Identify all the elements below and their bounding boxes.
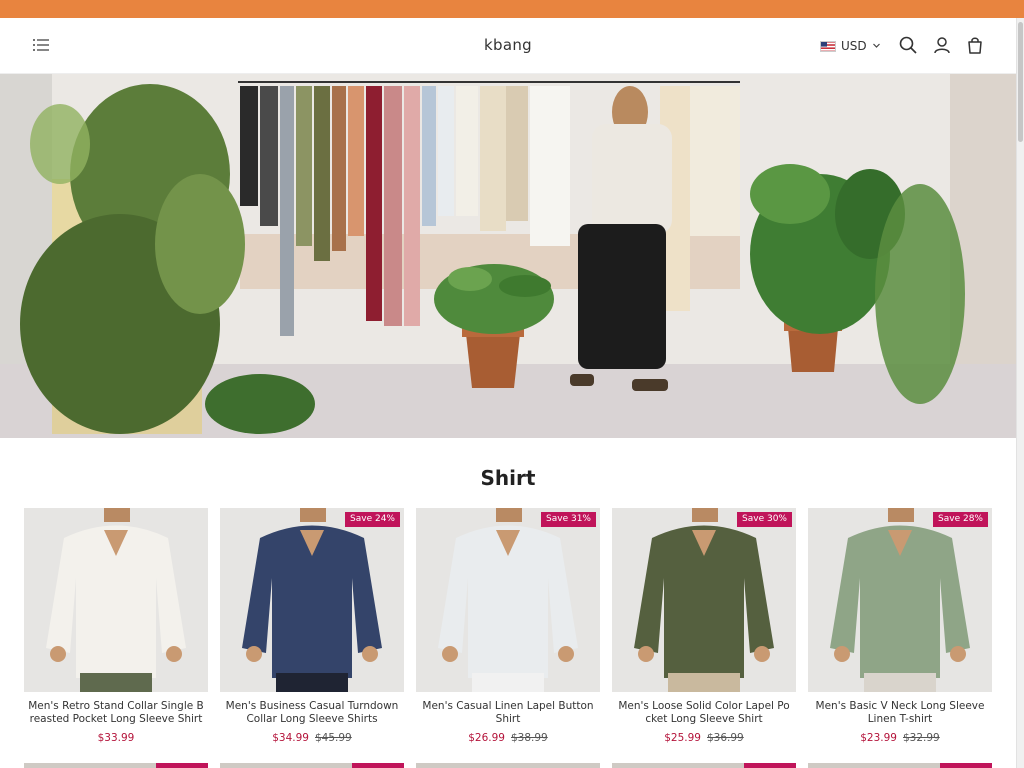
sale-badge: Save 30% (737, 512, 792, 527)
product-name[interactable]: Men's Business Casual Turndown Collar Lo… (220, 700, 404, 727)
compare-at-price: $36.99 (707, 732, 744, 744)
sale-price: $26.99 (468, 732, 505, 744)
page-scrollbar[interactable] (1016, 18, 1024, 768)
account-icon[interactable] (932, 35, 952, 55)
product-card[interactable]: Save 30% Men's Loose Solid Color Lapel Po… (612, 508, 796, 744)
sale-price: $34.99 (272, 732, 309, 744)
sale-badge: Save 31% (541, 512, 596, 527)
cart-icon[interactable] (965, 35, 985, 55)
product-card-partial[interactable] (220, 763, 404, 768)
hero-banner-image[interactable] (0, 74, 1016, 438)
product-card-partial[interactable] (24, 763, 208, 768)
product-image[interactable]: Save 31% (416, 508, 600, 692)
product-name[interactable]: Men's Basic V Neck Long Sleeve Linen T-s… (808, 700, 992, 727)
search-icon[interactable] (898, 35, 918, 55)
product-name[interactable]: Men's Casual Linen Lapel Button Shirt (416, 700, 600, 727)
product-card-partial[interactable] (808, 763, 992, 768)
product-name[interactable]: Men's Retro Stand Collar Single Breasted… (24, 700, 208, 727)
product-card[interactable]: Save 31% Men's Casual Linen Lapel Button … (416, 508, 600, 744)
compare-at-price: $38.99 (511, 732, 548, 744)
product-image[interactable]: Save 30% (612, 508, 796, 692)
product-prices: $34.99 $45.99 (220, 732, 404, 744)
product-image[interactable]: Save 28% (808, 508, 992, 692)
compare-at-price: $32.99 (903, 732, 940, 744)
product-prices: $33.99 (24, 732, 208, 744)
product-prices: $23.99 $32.99 (808, 732, 992, 744)
product-name[interactable]: Men's Loose Solid Color Lapel Pocket Lon… (612, 700, 796, 727)
product-card[interactable]: Save 24% Men's Business Casual Turndown C… (220, 508, 404, 744)
sale-badge: Save 28% (933, 512, 988, 527)
product-card[interactable]: Save 28% Men's Basic V Neck Long Sleeve L… (808, 508, 992, 744)
product-image[interactable]: Save 24% (220, 508, 404, 692)
product-image[interactable] (24, 508, 208, 692)
chevron-down-icon (872, 39, 881, 53)
product-card-partial[interactable] (416, 763, 600, 768)
sale-badge: Save 24% (345, 512, 400, 527)
currency-selector[interactable]: USD (820, 37, 881, 55)
product-prices: $25.99 $36.99 (612, 732, 796, 744)
announcement-bar (0, 0, 1024, 18)
sale-price: $33.99 (97, 732, 135, 744)
scrollbar-thumb[interactable] (1018, 22, 1023, 142)
collection-title: Shirt (480, 466, 536, 490)
site-header: kbang USD (0, 18, 1016, 74)
currency-label: USD (841, 39, 867, 53)
sale-price: $23.99 (860, 732, 897, 744)
product-card[interactable]: Men's Retro Stand Collar Single Breasted… (24, 508, 208, 744)
us-flag-icon (820, 40, 836, 52)
sale-price: $25.99 (664, 732, 701, 744)
product-card-partial[interactable] (612, 763, 796, 768)
product-prices: $26.99 $38.99 (416, 732, 600, 744)
compare-at-price: $45.99 (315, 732, 352, 744)
